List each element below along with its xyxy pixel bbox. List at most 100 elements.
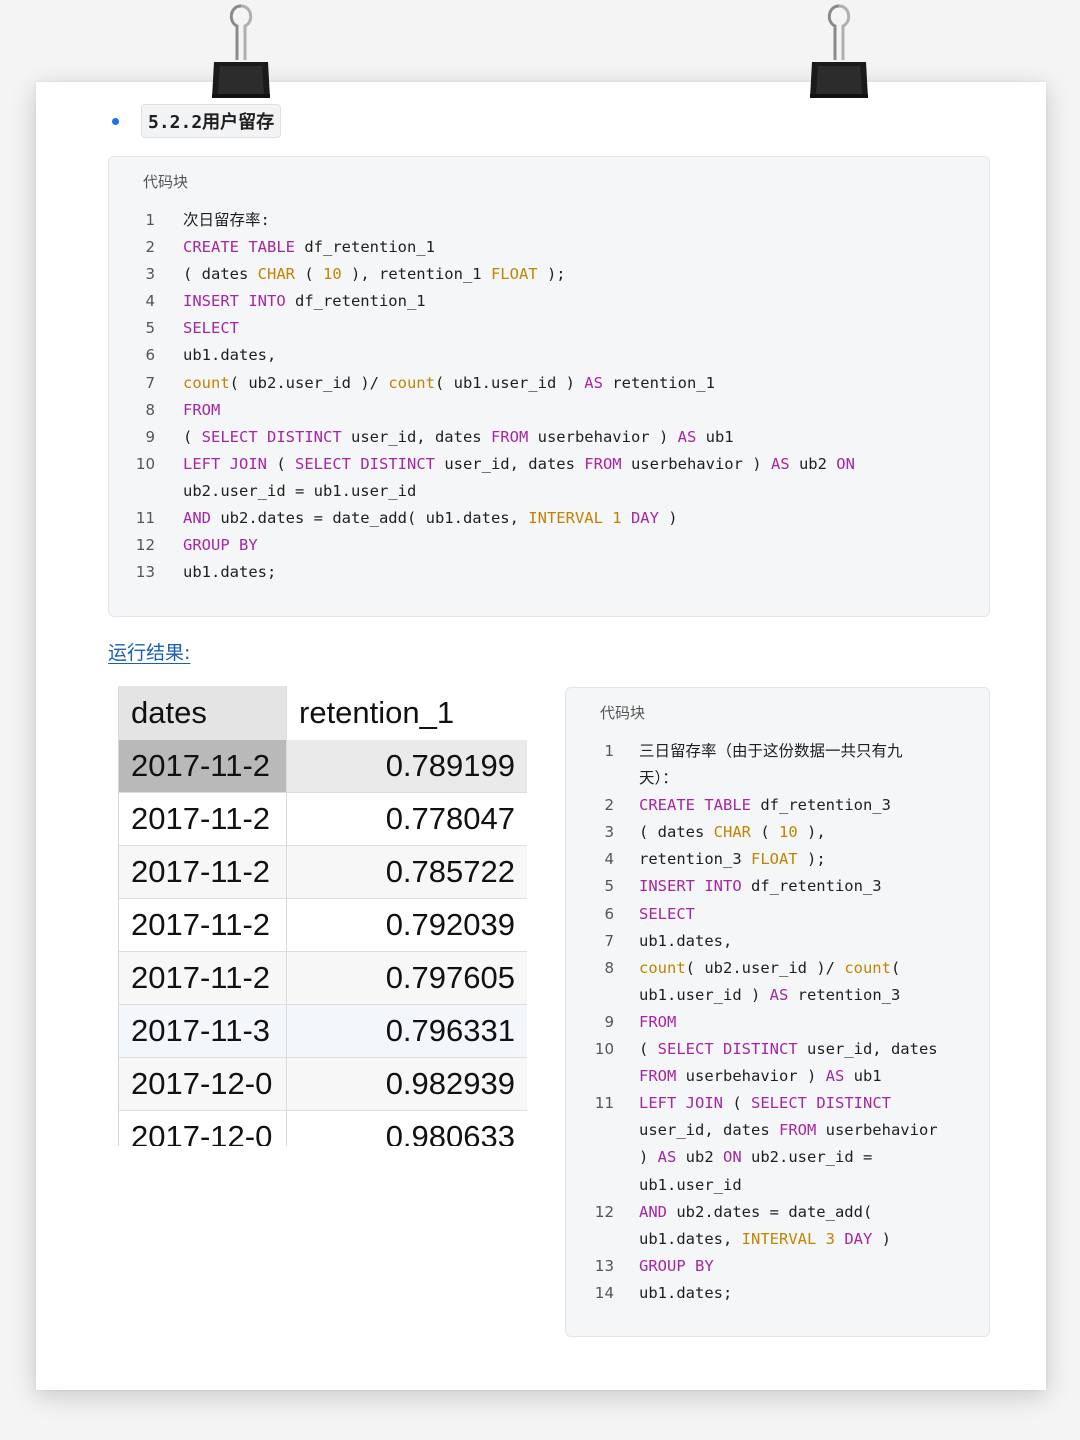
table-row: 2017-11-2 0.797605 — [119, 952, 527, 1005]
code-line: 14 ub1.dates; — [566, 1280, 989, 1307]
cell-date: 2017-12-0 — [119, 1058, 287, 1110]
table-header-row: dates retention_1 — [119, 686, 527, 740]
code-line: 4 INSERT INTO df_retention_1 — [109, 288, 989, 315]
code-keyword: FROM — [490, 427, 529, 446]
code-token: ub2.user_id = — [741, 1148, 873, 1167]
code-function: INTERVAL — [741, 1229, 817, 1248]
code-text: SELECT — [183, 315, 239, 342]
code-keyword: FROM — [639, 1012, 677, 1031]
code-line: 13 ub1.dates; — [109, 559, 989, 586]
code-keyword: FROM — [183, 400, 221, 419]
cell-retention: 0.785722 — [385, 854, 515, 889]
code-line: 12 GROUP BY — [109, 532, 989, 559]
code-token: 天）： — [639, 769, 678, 788]
cell-retention: 0.792039 — [385, 907, 515, 942]
code-text: CREATE TABLE df_retention_3 — [639, 792, 891, 819]
code-keyword: LEFT JOIN — [639, 1094, 723, 1113]
code-token: userbehavior ) — [528, 427, 678, 446]
code-text: ub1.dates; — [639, 1280, 732, 1307]
table-row: 2017-12-0 0.982939 — [119, 1058, 527, 1111]
line-number: 11 — [594, 1094, 614, 1113]
code-token: ( ub1.user_id ) — [434, 373, 585, 392]
cell-retention: 0.982939 — [385, 1066, 515, 1101]
line-number: 4 — [145, 292, 155, 311]
code-text: 次日留存率: — [183, 207, 270, 234]
code-text: GROUP BY — [639, 1253, 714, 1280]
code-token: ub1.user_id — [639, 1175, 742, 1194]
code-line: 9 FROM — [566, 1009, 989, 1036]
result-table: dates retention_1 2017-11-2 0.789199 2017-… — [118, 686, 527, 1146]
code-text: SELECT — [639, 901, 695, 928]
code-token: user_id, dates — [341, 427, 491, 446]
code-text: ( SELECT DISTINCT user_id, dates — [639, 1036, 938, 1063]
code-line: 1 三日留存率（由于这份数据一共只有九 — [566, 738, 989, 765]
code-line: 10 ( SELECT DISTINCT user_id, dates — [566, 1036, 989, 1063]
code-text: ub2.user_id = ub1.user_id — [183, 478, 416, 505]
cell-date: 2017-11-2 — [119, 952, 287, 1004]
code-text: ub1.dates, INTERVAL 3 DAY ) — [639, 1226, 891, 1253]
code-token: df_retention_3 — [760, 796, 891, 815]
code-token: ); — [537, 265, 566, 284]
code-token: 次日留存率: — [183, 211, 270, 229]
code-function: count — [183, 373, 230, 392]
code-text: INSERT INTO df_retention_1 — [183, 288, 426, 315]
line-number: 8 — [145, 400, 155, 419]
code-line: 天）： — [566, 765, 989, 792]
run-result-link[interactable]: 运行结果: — [108, 638, 190, 665]
code-keyword: AS — [770, 454, 790, 473]
code-keyword: AS — [657, 1148, 677, 1167]
section-heading: 5.2.2用户留存 — [141, 104, 282, 138]
code-line: 3 ( dates CHAR ( 10 ), — [566, 819, 989, 846]
code-token: ); — [797, 850, 826, 869]
line-number: 6 — [145, 346, 155, 365]
table-body: 2017-11-2 0.789199 2017-11-2 0.778047 2017-1… — [119, 740, 527, 1146]
code-token: ( — [183, 427, 202, 446]
line-number: 5 — [145, 319, 155, 338]
cell-retention: 0.797605 — [385, 960, 515, 995]
cell-retention: 0.778047 — [385, 801, 515, 836]
code-token: ( ub2.user_id )/ — [229, 373, 389, 392]
code-line: ) AS ub2 ON ub2.user_id = — [566, 1144, 989, 1171]
code-token: user_id, dates — [797, 1040, 938, 1059]
code-text: count( ub2.user_id )/ count( — [639, 955, 900, 982]
code-keyword: DAY — [630, 509, 659, 528]
code-token: ub1 — [844, 1067, 882, 1086]
code-token: ( — [639, 1040, 658, 1059]
code-token: ub1.dates, — [639, 931, 733, 950]
code-keyword: SELECT DISTINCT — [751, 1094, 891, 1113]
line-number: 8 — [604, 958, 614, 977]
code-line: ub2.user_id = ub1.user_id — [109, 478, 989, 505]
code-token: ( — [750, 823, 779, 842]
code-keyword: AS — [825, 1067, 845, 1086]
code-text: LEFT JOIN ( SELECT DISTINCT — [639, 1090, 891, 1117]
code-text: GROUP BY — [183, 532, 258, 559]
code-function: FLOAT — [490, 265, 538, 284]
code-line: 10 LEFT JOIN ( SELECT DISTINCT user_id, d… — [109, 451, 989, 478]
code-text: INSERT INTO df_retention_3 — [639, 873, 882, 900]
code-keyword: CREATE TABLE — [639, 796, 761, 815]
code-text: AND ub2.dates = date_add( ub1.dates, INT… — [183, 505, 678, 532]
code-token: ub1.dates; — [183, 563, 277, 582]
code-keyword: FROM — [584, 454, 622, 473]
code-keyword: AS — [769, 985, 789, 1004]
line-number: 12 — [135, 536, 155, 555]
cell-retention: 0.980633 — [385, 1119, 515, 1146]
code-line: 1 次日留存率: — [109, 207, 989, 234]
code-keyword: GROUP BY — [639, 1256, 714, 1275]
column-header-dates: dates — [119, 686, 287, 740]
line-number: 13 — [594, 1256, 614, 1275]
code-line: 2 CREATE TABLE df_retention_1 — [109, 234, 989, 261]
code-line: 8 FROM — [109, 397, 989, 424]
code-token: retention_3 — [788, 985, 901, 1004]
code-function: CHAR — [713, 823, 751, 842]
code-keyword: ON — [723, 1148, 742, 1167]
code-keyword: INSERT INTO — [183, 292, 295, 311]
line-number: 9 — [604, 1012, 614, 1031]
code-function: 3 — [825, 1229, 835, 1248]
code-token: 三日留存率（由于这份数据一共只有九 — [639, 742, 903, 760]
line-number: 1 — [145, 211, 155, 229]
table-row: 2017-11-3 0.796331 — [119, 1005, 527, 1058]
code-token: df_retention_1 — [294, 292, 426, 311]
line-number: 7 — [145, 373, 155, 392]
code-text: user_id, dates FROM userbehavior — [639, 1117, 938, 1144]
